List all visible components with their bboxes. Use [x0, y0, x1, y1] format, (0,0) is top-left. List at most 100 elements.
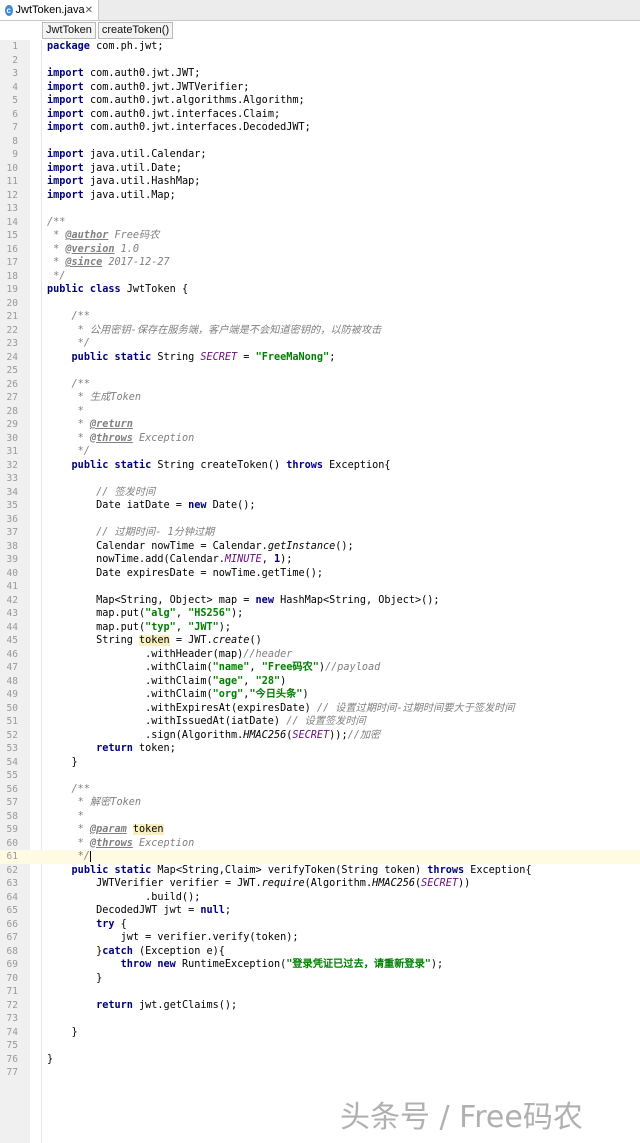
code-line[interactable]: 29 * @return — [0, 418, 640, 432]
code-line[interactable]: 65 DecodedJWT jwt = null; — [0, 904, 640, 918]
code-token: @since — [65, 257, 103, 268]
code-token: "alg" — [145, 608, 176, 619]
code-line[interactable]: 74 } — [0, 1026, 640, 1040]
code-line[interactable]: 11 import java.util.HashMap; — [0, 175, 640, 189]
code-line[interactable]: 63 JWTVerifier verifier = JWT.require(Al… — [0, 877, 640, 891]
code-line[interactable]: 52 .sign(Algorithm.HMAC256(SECRET));//加密 — [0, 729, 640, 743]
code-line[interactable]: 38 Calendar nowTime = Calendar.getInstan… — [0, 540, 640, 554]
code-line[interactable]: 58 * — [0, 810, 640, 824]
code-line[interactable]: 53 return token; — [0, 742, 640, 756]
code-line[interactable]: 43 map.put("alg", "HS256"); — [0, 607, 640, 621]
code-line[interactable]: 2 — [0, 54, 640, 68]
code-line[interactable]: 37 // 过期时间- 1分钟过期 — [0, 526, 640, 540]
code-line[interactable]: 16 * @version 1.0 — [0, 243, 640, 257]
code-token: com.auth0.jwt.interfaces.Claim; — [83, 108, 281, 120]
code-line[interactable]: 1 package com.ph.jwt; — [0, 40, 640, 54]
code-token: com.auth0.jwt.JWTVerifier; — [83, 81, 250, 93]
code-line[interactable]: 39 nowTime.add(Calendar.MINUTE, 1); — [0, 553, 640, 567]
code-line[interactable]: 75 — [0, 1039, 640, 1053]
code-line[interactable]: 3 import com.auth0.jwt.JWT; — [0, 67, 640, 81]
class-icon: c — [5, 4, 13, 16]
code-line[interactable]: 5 import com.auth0.jwt.algorithms.Algorit… — [0, 94, 640, 108]
code-line[interactable]: 55 — [0, 769, 640, 783]
line-number: 28 — [6, 405, 18, 417]
code-line[interactable]: 62 public static Map<String,Claim> verif… — [0, 864, 640, 878]
code-line[interactable]: 70 } — [0, 972, 640, 986]
line-number: 17 — [6, 257, 18, 268]
code-line[interactable]: 25 — [0, 364, 640, 378]
code-line[interactable]: 31 */ — [0, 445, 640, 459]
code-editor[interactable]: 1 package com.ph.jwt; 2 3 import com.auth0.j… — [0, 40, 640, 1080]
breadcrumb-class[interactable]: JwtToken — [42, 22, 96, 39]
code-line[interactable]: 44 map.put("typ", "JWT"); — [0, 621, 640, 635]
code-line[interactable]: 21 /** — [0, 310, 640, 324]
code-line[interactable]: 56 /** — [0, 783, 640, 797]
code-line[interactable]: 8 — [0, 135, 640, 149]
code-line[interactable]: 42 Map<String, Object> map = new HashMap… — [0, 594, 640, 608]
tab-jwttoken-java[interactable]: c JwtToken.java ✕ — [0, 0, 99, 20]
code-line[interactable]: 54 } — [0, 756, 640, 770]
code-line[interactable]: 59 * @param token — [0, 823, 640, 837]
code-line[interactable]: 24 public static String SECRET = "FreeMa… — [0, 351, 640, 365]
code-line[interactable]: 51 .withIssuedAt(iatDate) // 设置签发时间 — [0, 715, 640, 729]
code-line[interactable]: 20 — [0, 297, 640, 311]
code-line[interactable]: 27 * 生成Token — [0, 391, 640, 405]
code-line[interactable]: 12 import java.util.Map; — [0, 189, 640, 203]
code-line[interactable]: 76} — [0, 1053, 640, 1067]
code-line[interactable]: 7 import com.auth0.jwt.interfaces.Decoded… — [0, 121, 640, 135]
code-line[interactable]: 64 .build(); — [0, 891, 640, 905]
code-line[interactable]: 67 jwt = verifier.verify(token); — [0, 931, 640, 945]
code-line[interactable]: 36 — [0, 513, 640, 527]
code-line[interactable]: 15 * @author Free码农 — [0, 229, 640, 243]
code-line[interactable]: 13 — [0, 202, 640, 216]
code-line[interactable]: 4 import com.auth0.jwt.JWTVerifier; — [0, 81, 640, 95]
code-line[interactable]: 57 * 解密Token — [0, 796, 640, 810]
code-line[interactable]: 32 public static String createToken() th… — [0, 459, 640, 473]
code-text: */ — [47, 270, 65, 284]
code-line[interactable]: 26 /** — [0, 378, 640, 392]
code-line[interactable]: 19 public class JwtToken { — [0, 283, 640, 297]
code-line[interactable]: 50 .withExpiresAt(expiresDate) // 设置过期时间… — [0, 702, 640, 716]
code-line[interactable]: 68 }catch (Exception e){ — [0, 945, 640, 959]
code-token: Date expiresDate = nowTime.getTime(); — [47, 567, 324, 579]
code-line[interactable]: 60 * @throws Exception — [0, 837, 640, 851]
code-line[interactable]: 34 // 签发时间 — [0, 486, 640, 500]
code-token: nowTime.add(Calendar. — [47, 554, 225, 565]
code-line[interactable]: 48 .withClaim("age", "28") — [0, 675, 640, 689]
watermark: 头条号 / Free码农 — [340, 1100, 583, 1135]
close-icon[interactable]: ✕ — [85, 5, 93, 16]
code-token: * — [47, 837, 90, 849]
code-line[interactable]: 71 — [0, 985, 640, 999]
code-text: * @throws Exception — [47, 837, 195, 851]
code-line[interactable]: 17 * @since 2017-12-27 — [0, 256, 640, 270]
code-line[interactable]: 33 — [0, 472, 640, 486]
breadcrumb-method[interactable]: createToken() — [97, 22, 174, 39]
code-line[interactable]: 40 Date expiresDate = nowTime.getTime(); — [0, 567, 640, 581]
code-line[interactable]: 14 /** — [0, 216, 640, 230]
code-line[interactable]: 73 — [0, 1012, 640, 1026]
code-token: , — [261, 554, 274, 565]
code-line[interactable]: 35 Date iatDate = new Date(); — [0, 499, 640, 513]
code-text: public class JwtToken { — [47, 283, 188, 297]
code-line[interactable]: 72 return jwt.getClaims(); — [0, 999, 640, 1013]
code-line[interactable]: 47 .withClaim("name", "Free码农")//payload — [0, 661, 640, 675]
code-line[interactable]: 23 */ — [0, 337, 640, 351]
code-line[interactable]: 9 import java.util.Calendar; — [0, 148, 640, 162]
code-line[interactable]: 66 try { — [0, 918, 640, 932]
code-line[interactable]: 6 import com.auth0.jwt.interfaces.Claim; — [0, 108, 640, 122]
code-line[interactable]: 28 * — [0, 405, 640, 419]
code-line[interactable]: 22 * 公用密钥-保存在服务端，客户端是不会知道密钥的，以防被攻击 — [0, 324, 640, 338]
code-line[interactable]: 41 — [0, 580, 640, 594]
code-line[interactable]: 69 throw new RuntimeException("登录凭证已过去，请… — [0, 958, 640, 972]
code-line[interactable]: 10 import java.util.Date; — [0, 162, 640, 176]
code-text: * 解密Token — [47, 796, 141, 810]
code-line[interactable]: 77 — [0, 1066, 640, 1080]
code-line[interactable]: 45 String token = JWT.create() — [0, 634, 640, 648]
code-line[interactable]: 46 .withHeader(map)//header — [0, 648, 640, 662]
code-line[interactable]: 30 * @throws Exception — [0, 432, 640, 446]
code-line[interactable]: 18 */ — [0, 270, 640, 284]
code-line[interactable]: 61 */ — [0, 850, 640, 864]
code-token: @return — [89, 419, 133, 430]
code-line[interactable]: 49 .withClaim("org","今日头条") — [0, 688, 640, 702]
